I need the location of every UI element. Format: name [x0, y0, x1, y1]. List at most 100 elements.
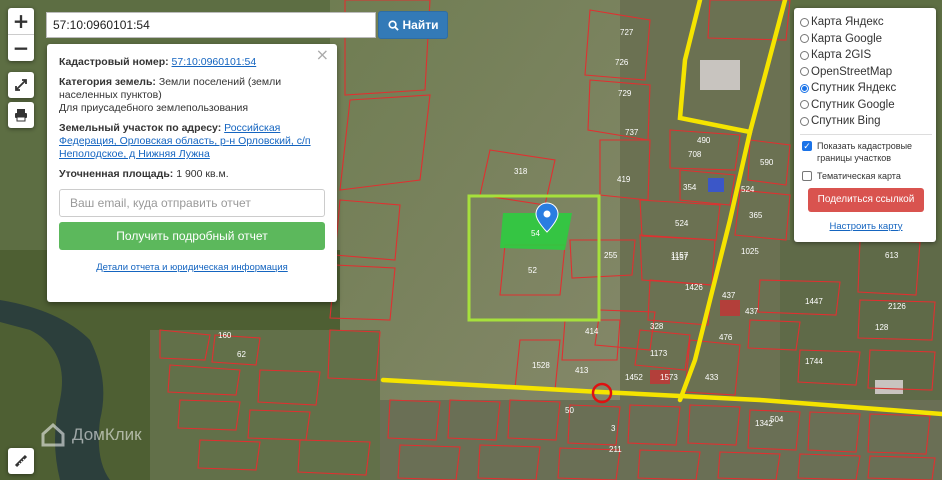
expand-icon — [15, 79, 27, 91]
parcel-number-label: 328 — [650, 322, 664, 331]
parcel-number-label: 1157 — [671, 253, 689, 262]
thematic-map-checkbox[interactable]: Тематическая карта — [800, 170, 932, 182]
parcel-number-label: 1452 — [625, 373, 643, 382]
parcel-number-label: 1744 — [805, 357, 823, 366]
parcel-number-label: 476 — [719, 333, 733, 342]
parcel-number-label: 2126 — [888, 302, 906, 311]
layer-option-yandex-map[interactable]: Карта Яндекс — [800, 14, 932, 31]
parcel-number-label: 613 — [885, 251, 899, 260]
layer-label: Спутник Bing — [811, 115, 881, 128]
layer-label: Спутник Google — [811, 98, 895, 111]
radio-icon — [800, 34, 809, 44]
parcel-number-label: 3 — [611, 424, 616, 433]
parcel-number-label: 737 — [625, 128, 639, 137]
parcel-number-label: 433 — [705, 373, 719, 382]
parcel-number-label: 490 — [697, 136, 711, 145]
layer-option-yandex-satellite[interactable]: Спутник Яндекс — [800, 80, 932, 97]
checkbox-icon — [802, 170, 812, 181]
parcel-number-label: 160 — [218, 331, 232, 340]
area-row: Уточненная площадь: 1 900 кв.м. — [59, 168, 325, 181]
parcel-number-label: 1025 — [741, 247, 759, 256]
parcel-number-label: 1573 — [660, 373, 678, 382]
radio-icon — [800, 116, 809, 126]
parcel-number-label: 52 — [528, 266, 537, 275]
parcel-number-label: 524 — [741, 185, 755, 194]
parcel-number-label: 437 — [745, 307, 759, 316]
parcel-number-label: 62 — [237, 350, 246, 359]
radio-selected-icon — [800, 83, 809, 93]
selected-parcel-label: 54 — [531, 229, 540, 238]
zoom-out-button[interactable]: − — [8, 35, 34, 61]
print-button[interactable] — [8, 102, 34, 128]
layer-option-osm[interactable]: OpenStreetMap — [800, 64, 932, 81]
layer-label: Карта Яндекс — [811, 16, 884, 29]
land-use-value: Для приусадебного землепользования — [59, 102, 249, 114]
parcel-info-popup: × Кадастровый номер: 57:10:0960101:54 Ка… — [47, 44, 337, 302]
parcel-number-label: 413 — [575, 366, 589, 375]
parcel-number-label: 437 — [722, 291, 736, 300]
parcel-number-label: 1342 — [755, 419, 773, 428]
parcel-number-label: 1173 — [650, 349, 668, 358]
parcel-number-label: 354 — [683, 183, 697, 192]
house-logo-icon — [41, 422, 65, 447]
parcel-number-label: 727 — [620, 28, 634, 37]
parcel-number-label: 419 — [617, 175, 631, 184]
cadastral-number-link[interactable]: 57:10:0960101:54 — [172, 56, 257, 68]
layer-label: Карта 2GIS — [811, 49, 872, 62]
area-label: Уточненная площадь: — [59, 168, 174, 180]
radio-icon — [800, 100, 809, 110]
parcel-number-label: 726 — [615, 58, 629, 67]
report-details-link[interactable]: Детали отчета и юридическая информация — [59, 261, 325, 274]
parcel-number-label: 1528 — [532, 361, 550, 370]
address-row: Земельный участок по адресу: Российская … — [59, 122, 325, 161]
cadastral-search-input[interactable] — [46, 12, 376, 38]
fullscreen-button[interactable] — [8, 72, 34, 98]
parcel-number-label: 729 — [618, 89, 632, 98]
checkmark-icon: ✓ — [802, 140, 812, 151]
layer-option-google-map[interactable]: Карта Google — [800, 31, 932, 48]
parcel-number-label: 590 — [760, 158, 774, 167]
parcel-number-label: 365 — [749, 211, 763, 220]
parcel-number-label: 1426 — [685, 283, 703, 292]
thematic-map-label: Тематическая карта — [817, 170, 901, 181]
share-link-button[interactable]: Поделиться ссылкой — [808, 187, 924, 212]
show-cadastral-checkbox[interactable]: ✓ Показать кадастровые границы участков — [800, 140, 932, 164]
parcel-number-label: 50 — [565, 406, 574, 415]
layer-option-bing-satellite[interactable]: Спутник Bing — [800, 113, 932, 130]
zoom-control: + − — [8, 8, 34, 61]
domclick-watermark: ДомКлик — [40, 422, 142, 448]
parcel-number-label: 318 — [514, 167, 528, 176]
close-icon[interactable]: × — [316, 47, 329, 63]
printer-icon — [15, 109, 27, 122]
radio-icon — [800, 17, 809, 27]
cadastral-number-row: Кадастровый номер: 57:10:0960101:54 — [59, 56, 325, 69]
email-field[interactable] — [59, 189, 325, 217]
radio-icon — [800, 67, 809, 77]
search-icon — [387, 19, 399, 31]
search-button[interactable]: Найти — [378, 11, 448, 39]
zoom-in-button[interactable]: + — [8, 8, 34, 35]
watermark-text: ДомКлик — [72, 425, 142, 444]
address-label: Земельный участок по адресу: — [59, 122, 222, 134]
parcel-number-label: 708 — [688, 150, 702, 159]
land-category-label: Категория земель: — [59, 76, 156, 88]
get-report-button[interactable]: Получить подробный отчет — [59, 222, 325, 250]
parcel-number-label: 128 — [875, 323, 889, 332]
search-button-label: Найти — [402, 18, 439, 32]
ruler-icon — [14, 454, 28, 468]
layer-label: Карта Google — [811, 32, 883, 45]
show-cadastral-label: Показать кадастровые границы участков — [817, 140, 913, 163]
area-value: 1 900 кв.м. — [176, 168, 229, 180]
layer-option-2gis-map[interactable]: Карта 2GIS — [800, 47, 932, 64]
parcel-number-label: 524 — [675, 219, 689, 228]
parcel-number-label: 414 — [585, 327, 599, 336]
measure-button[interactable] — [8, 448, 34, 474]
parcel-number-label: 211 — [609, 445, 622, 454]
land-category-row: Категория земель: Земли поселений (земли… — [59, 76, 325, 115]
parcel-number-label: 255 — [604, 251, 618, 260]
cadastral-number-label: Кадастровый номер: — [59, 56, 169, 68]
configure-map-link[interactable]: Настроить карту — [800, 221, 932, 232]
map-layer-panel: Карта Яндекс Карта Google Карта 2GIS Ope… — [794, 8, 936, 242]
layer-option-google-satellite[interactable]: Спутник Google — [800, 97, 932, 114]
radio-icon — [800, 50, 809, 60]
